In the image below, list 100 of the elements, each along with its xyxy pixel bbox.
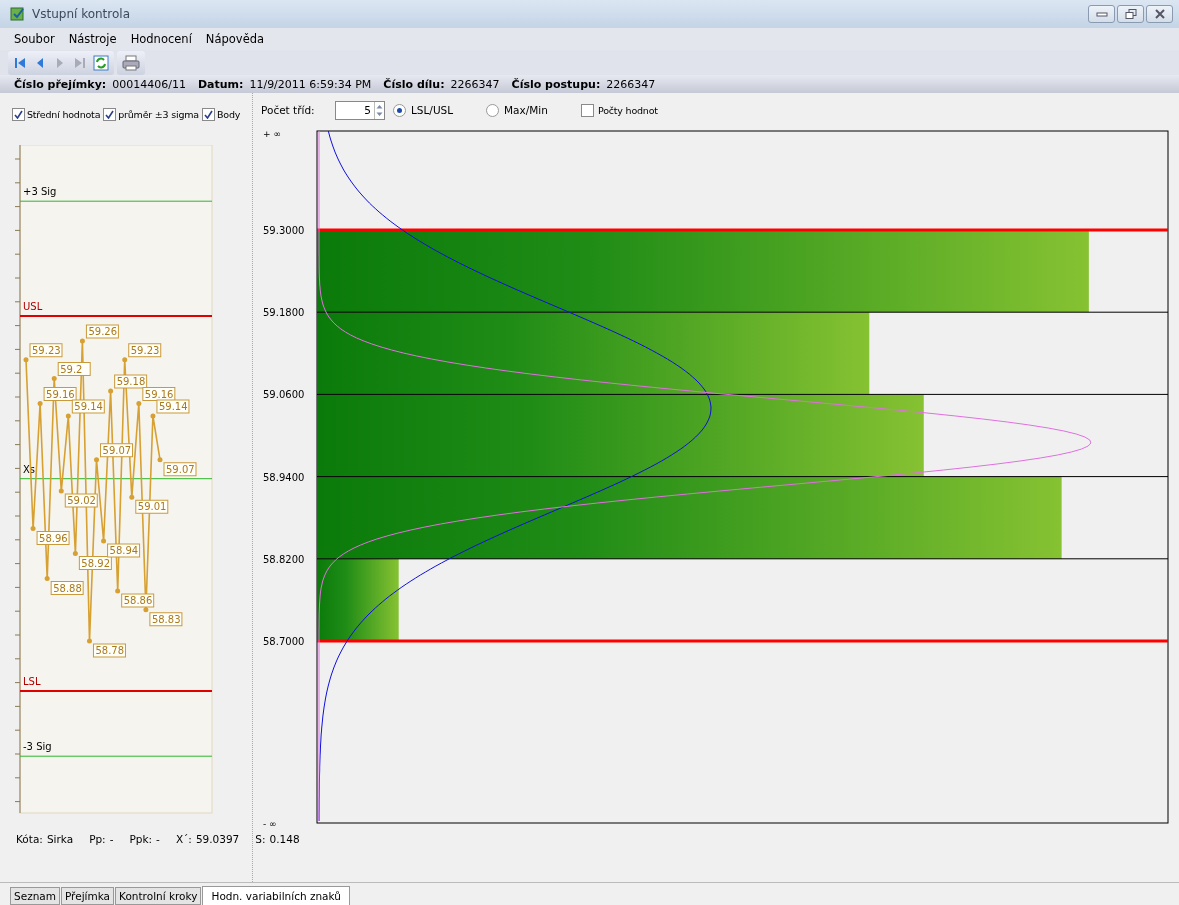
- point-label: 58.83: [149, 612, 183, 627]
- data-point: [136, 401, 142, 406]
- point-label: 58.86: [121, 593, 155, 608]
- tab[interactable]: Seznam: [10, 887, 60, 905]
- stat-value: -: [109, 833, 114, 845]
- line-label: -3 Sig: [23, 741, 52, 753]
- axis-label: 59.3000: [263, 225, 305, 236]
- point-label: 59.23: [29, 343, 63, 358]
- close-icon: [1153, 9, 1166, 19]
- checkbox-label[interactable]: Počty hodnot: [598, 104, 658, 116]
- data-point: [150, 413, 156, 419]
- stat-value: 0.148: [269, 833, 300, 845]
- field-label: Číslo přejímky:: [14, 77, 107, 91]
- checkbox[interactable]: [201, 107, 215, 121]
- point-label: 59.07: [100, 443, 134, 458]
- checkbox[interactable]: [581, 103, 594, 117]
- point-label: 59.14: [71, 399, 105, 414]
- point-label: 59.23: [128, 343, 162, 358]
- minimize-icon: [1095, 9, 1108, 19]
- data-point: [44, 576, 50, 581]
- spinner-icon[interactable]: [375, 102, 384, 118]
- data-point: [94, 457, 100, 463]
- menu-item[interactable]: Hodnocení: [130, 32, 192, 46]
- menu-item[interactable]: Nápověda: [205, 32, 265, 46]
- checkbox-label[interactable]: Střední hodnota: [27, 108, 101, 120]
- axis-label: 59.0600: [263, 389, 305, 401]
- axis-label: 58.7000: [263, 636, 305, 647]
- point-label: 59.16: [43, 387, 77, 401]
- last-icon[interactable]: [73, 55, 87, 70]
- data-point: [23, 357, 29, 363]
- stat-label: Pp:: [89, 833, 106, 845]
- data-point: [30, 526, 36, 531]
- tab[interactable]: Kontrolní kroky: [115, 887, 202, 905]
- data-point: [79, 338, 85, 344]
- restore-button[interactable]: [1117, 5, 1144, 23]
- app-icon: [10, 6, 26, 22]
- line-label: LSL: [23, 676, 41, 687]
- field-label: Číslo dílu:: [383, 77, 445, 91]
- checkbox-label[interactable]: Body: [216, 108, 241, 120]
- close-button[interactable]: [1146, 5, 1173, 23]
- data-point: [108, 388, 114, 394]
- point-label: 58.78: [92, 643, 126, 658]
- point-label: 59.14: [156, 399, 190, 414]
- field-value: 2266347: [606, 77, 656, 91]
- point-label: 59.16: [142, 387, 176, 401]
- printer-icon[interactable]: [122, 54, 140, 71]
- window-title: Vstupní kontrola: [32, 7, 130, 21]
- radio-button[interactable]: [486, 103, 499, 117]
- field-value: 11/9/2011 6:59:34 PM: [249, 77, 372, 91]
- data-point: [86, 638, 92, 644]
- point-label: 58.94: [107, 543, 141, 558]
- menu-item[interactable]: Nástroje: [68, 32, 117, 46]
- field-value: 2266347: [450, 77, 500, 91]
- field-value: 00014406/11: [112, 77, 186, 91]
- point-label: 59.07: [163, 462, 197, 477]
- field-label: Číslo postupu:: [511, 77, 601, 91]
- point-label: 59.18: [114, 374, 148, 389]
- axis-label: - ∞: [263, 819, 277, 829]
- radio-button[interactable]: [393, 103, 406, 117]
- point-label: 58.96: [36, 531, 70, 545]
- line-label: USL: [23, 301, 43, 312]
- point-label: 58.92: [78, 556, 112, 570]
- point-label: 59.02: [64, 493, 98, 508]
- first-icon[interactable]: [13, 55, 27, 70]
- line-label: +3 Sig: [23, 186, 57, 198]
- checkbox[interactable]: [103, 107, 117, 121]
- data-point: [101, 538, 107, 544]
- stat-label: Kóta:: [16, 833, 43, 845]
- stat-label: X´:: [175, 833, 192, 845]
- point-label: 59.01: [135, 499, 169, 514]
- menu-item[interactable]: Soubor: [14, 32, 55, 46]
- field-label: Datum:: [197, 77, 244, 91]
- data-point: [157, 457, 163, 463]
- checkbox[interactable]: [12, 107, 25, 121]
- point-label: 58.88: [50, 581, 84, 595]
- data-point: [72, 551, 78, 556]
- tab[interactable]: Hodn. variabilních znaků: [202, 886, 350, 905]
- axis-label: 59.1800: [263, 307, 305, 319]
- axis-label: 58.9400: [263, 471, 305, 483]
- axis-label: 58.8200: [263, 553, 305, 565]
- tab[interactable]: Přejímka: [60, 887, 115, 905]
- refresh-icon[interactable]: [93, 54, 109, 71]
- stat-value: Sirka: [46, 833, 74, 845]
- stat-value: -: [156, 833, 160, 845]
- restore-icon: [1124, 9, 1137, 19]
- data-point: [143, 607, 149, 613]
- data-point: [58, 488, 64, 494]
- data-point: [37, 401, 43, 406]
- stat-label: S:: [255, 833, 266, 845]
- data-point: [129, 494, 135, 500]
- checkbox-label[interactable]: průměr ±3 sigma: [118, 108, 199, 120]
- point-label: 59.2: [57, 362, 91, 376]
- class-count-field[interactable]: 5: [335, 100, 385, 120]
- data-point: [65, 413, 71, 419]
- stat-value: 59.0397: [195, 833, 240, 845]
- radio-label[interactable]: LSL/USL: [411, 104, 454, 116]
- stat-label: Ppk:: [129, 833, 153, 845]
- point-label: 59.26: [85, 324, 119, 339]
- radio-label[interactable]: Max/Min: [504, 104, 548, 116]
- data-point: [115, 588, 121, 594]
